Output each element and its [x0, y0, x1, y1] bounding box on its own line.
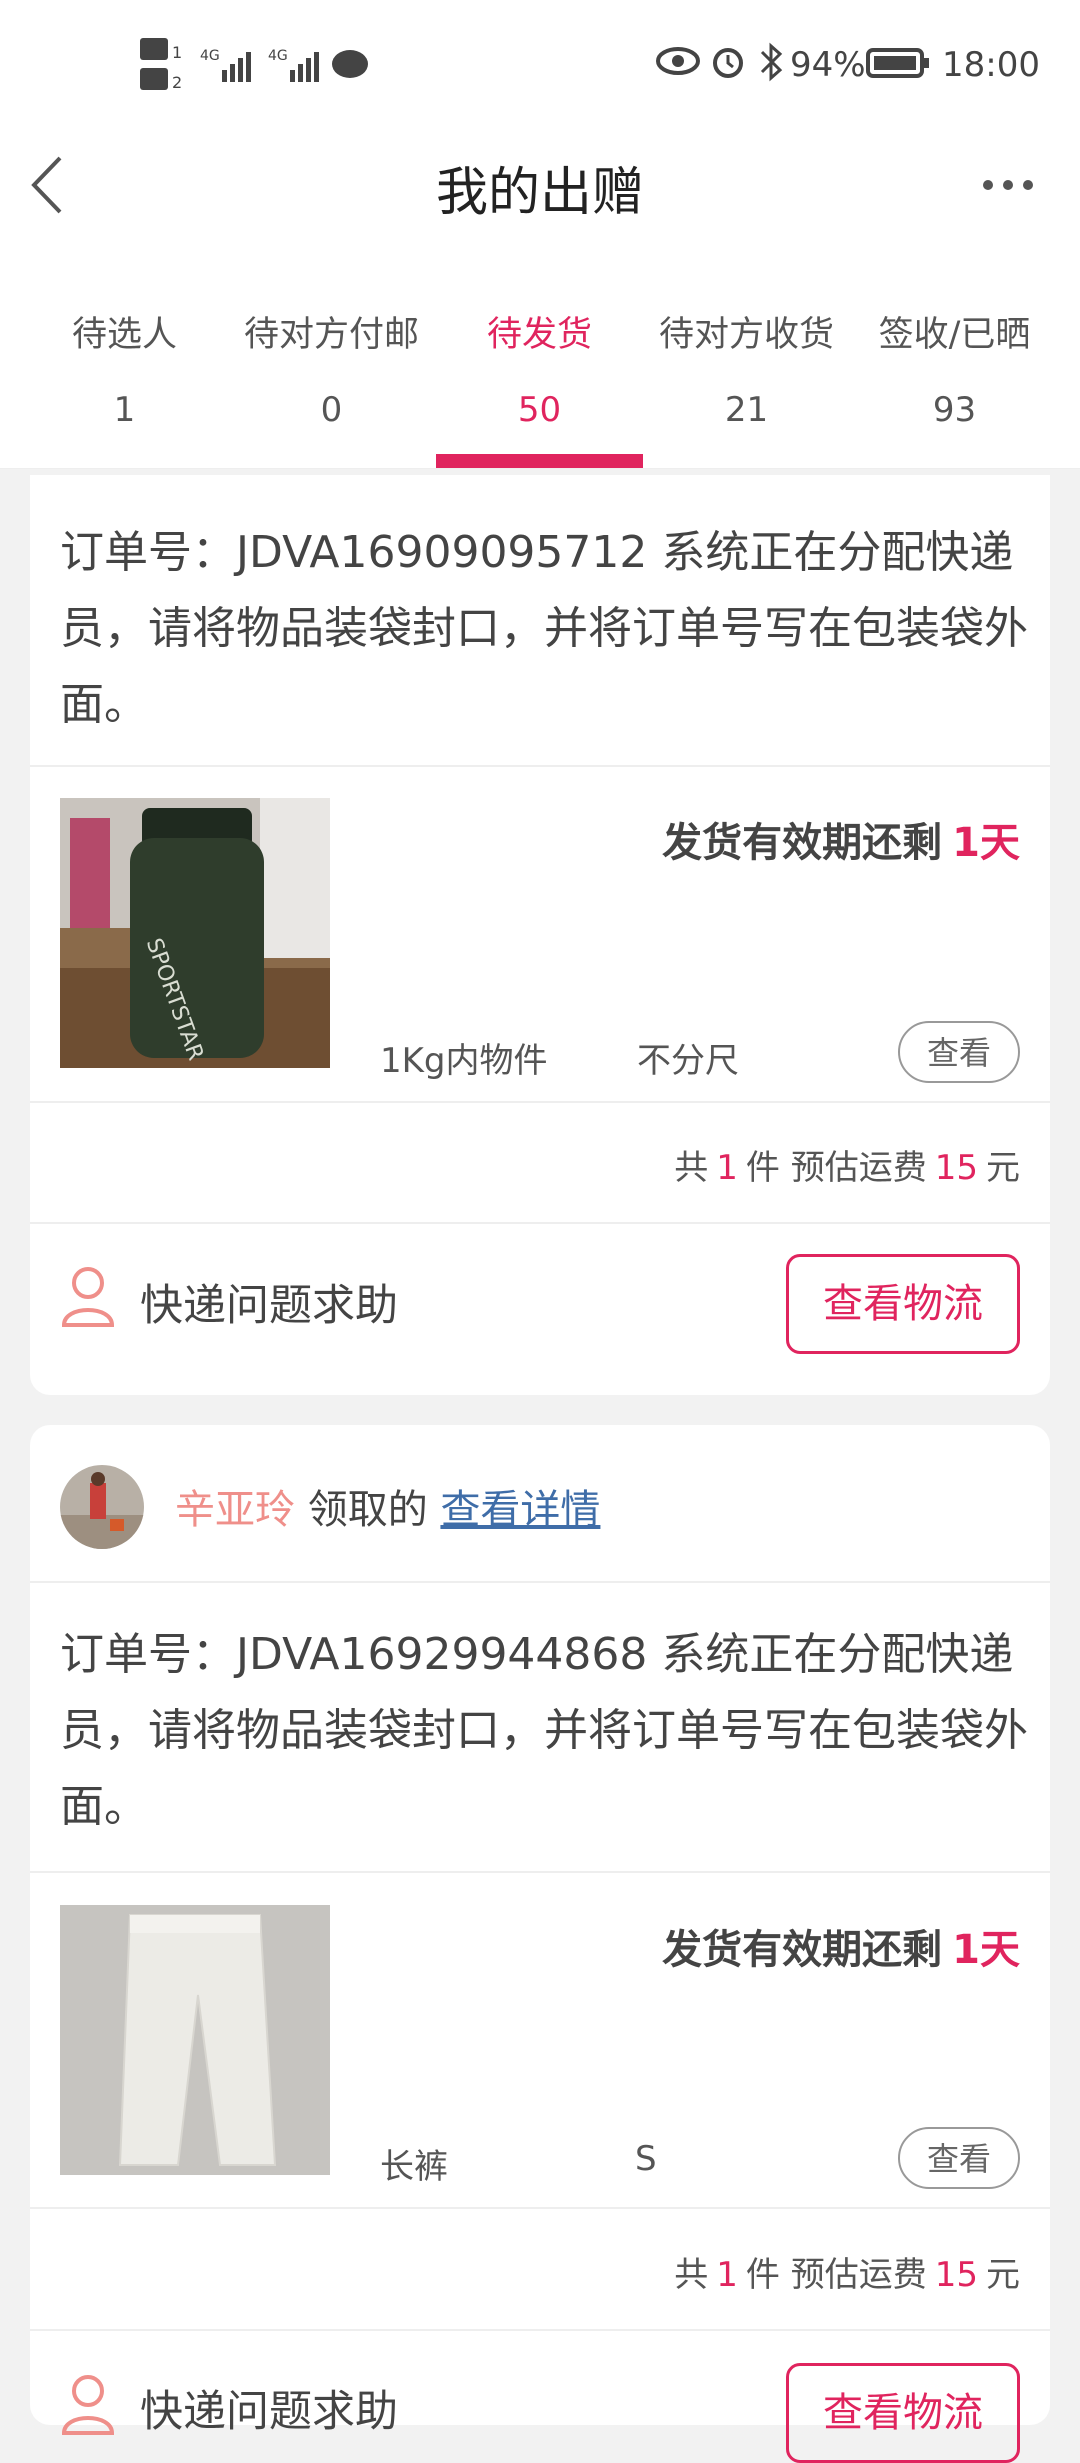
person-icon: [60, 2373, 116, 2435]
deadline-days: 1天: [952, 820, 1020, 866]
tab-pending-receipt[interactable]: 待对方收货 21: [643, 280, 850, 468]
ship-deadline: 发货有效期还剩 1天: [662, 1917, 1020, 1975]
ship-deadline: 发货有效期还剩 1天: [662, 810, 1020, 868]
order-card: 订单号：JDVA16909095712 系统正在分配快递员，请将物品装袋封口，并…: [30, 475, 1050, 1395]
clock: 18:00: [942, 45, 1040, 85]
view-logistics-button[interactable]: 查看物流: [786, 2363, 1020, 2463]
view-item-button[interactable]: 查看: [898, 2127, 1020, 2189]
tab-label: 待发货: [486, 315, 592, 355]
view-logistics-button[interactable]: 查看物流: [786, 1254, 1020, 1354]
fee-unit: 元: [986, 2255, 1020, 2295]
summary-prefix: 共: [674, 2255, 709, 2295]
summary-prefix: 共: [674, 1148, 709, 1188]
deadline-label: 发货有效期还剩: [662, 820, 943, 866]
view-item-button[interactable]: 查看: [898, 1021, 1020, 1083]
divider: [30, 1101, 1050, 1103]
bluetooth-icon: [758, 42, 784, 82]
person-icon: [60, 1265, 116, 1327]
product-image-bottle[interactable]: SPORTSTAR: [60, 798, 330, 1068]
divider: [30, 765, 1050, 767]
shipping-fee: 15: [934, 1148, 978, 1188]
tab-count: 1: [113, 390, 136, 430]
divider: [30, 1222, 1050, 1224]
tab-count: 50: [517, 390, 562, 430]
fee-unit: 元: [986, 1148, 1020, 1188]
courier-help-link[interactable]: 快递问题求助: [140, 1271, 398, 1333]
signal-icons: 1 2 4G 4G: [140, 36, 370, 96]
claimer-line: 辛亚玲 领取的 查看详情: [175, 1477, 600, 1535]
status-bar: 1 2 4G 4G 94% 18:00: [0, 0, 1080, 130]
svg-text:4G: 4G: [200, 48, 220, 64]
order-number-text: 订单号：JDVA16909095712 系统正在分配快递员，请将物品装袋封口，并…: [60, 527, 1028, 730]
avatar[interactable]: [60, 1465, 144, 1549]
tab-pending-postage[interactable]: 待对方付邮 0: [228, 280, 435, 468]
order-card: 辛亚玲 领取的 查看详情 订单号：JDVA16929944868 系统正在分配快…: [30, 1425, 1050, 2463]
claimer-name[interactable]: 辛亚玲: [175, 1487, 295, 1533]
tab-label: 签收/已晒: [878, 315, 1031, 355]
deadline-label: 发货有效期还剩: [662, 1927, 943, 1973]
product-image-pants[interactable]: [60, 1905, 330, 2175]
summary-mid: 件 预估运费: [745, 1148, 927, 1188]
shipping-fee: 15: [934, 2255, 978, 2295]
divider: [30, 1871, 1050, 1873]
item-quantity: 1: [716, 2255, 738, 2295]
tab-received-shared[interactable]: 签收/已晒 93: [851, 280, 1058, 468]
active-tab-indicator: [436, 454, 643, 468]
status-tabs: 待选人 1 待对方付邮 0 待发货 50 待对方收货 21 签收/已晒 93: [0, 280, 1080, 469]
order-summary: 共1件 预估运费 15 元: [674, 1140, 1020, 1189]
battery-icon: [866, 48, 930, 78]
order-number-text: 订单号：JDVA16929944868 系统正在分配快递员，请将物品装袋封口，并…: [60, 1629, 1028, 1832]
item-type: 长裤: [380, 2147, 448, 2187]
battery-percent: 94%: [790, 45, 866, 85]
order-summary: 共1件 预估运费 15 元: [674, 2247, 1020, 2296]
view-details-link[interactable]: 查看详情: [440, 1487, 600, 1533]
tab-pending-shipment[interactable]: 待发货 50: [436, 280, 643, 468]
divider: [30, 1581, 1050, 1583]
item-size: 不分尺: [637, 1041, 739, 1081]
tab-pending-select[interactable]: 待选人 1: [21, 280, 228, 468]
eye-icon: [656, 46, 700, 76]
svg-text:4G: 4G: [268, 48, 288, 64]
claim-text: 领取的: [307, 1487, 428, 1533]
item-quantity: 1: [716, 1148, 738, 1188]
tab-label: 待选人: [71, 315, 177, 355]
tab-count: 21: [724, 390, 769, 430]
summary-mid: 件 预估运费: [745, 2255, 927, 2295]
svg-text:1: 1: [172, 43, 182, 62]
page-title: 我的出赠: [435, 163, 644, 223]
tab-count: 93: [932, 390, 977, 430]
tab-count: 0: [320, 390, 343, 430]
tab-label: 待对方付邮: [243, 315, 419, 355]
courier-help-link[interactable]: 快递问题求助: [140, 2377, 398, 2439]
tab-label: 待对方收货: [658, 315, 834, 355]
svg-text:2: 2: [172, 73, 182, 92]
deadline-days: 1天: [952, 1927, 1020, 1973]
alarm-icon: [710, 44, 746, 80]
item-weight: 1Kg内物件: [380, 1041, 548, 1081]
item-size: S: [635, 2139, 657, 2179]
divider: [30, 2329, 1050, 2331]
divider: [30, 2207, 1050, 2209]
